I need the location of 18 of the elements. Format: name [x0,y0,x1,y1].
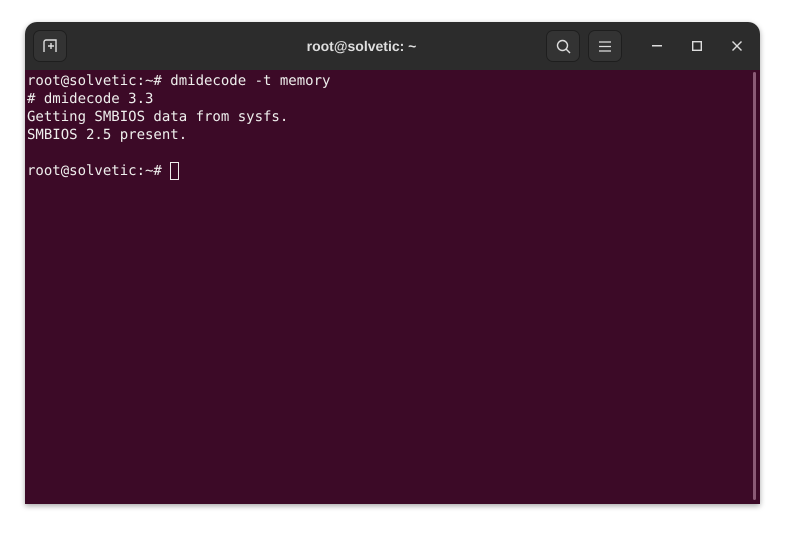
scrollbar[interactable] [753,72,756,500]
maximize-icon [692,41,702,51]
search-icon [556,38,570,54]
terminal-area[interactable]: root@solvetic:~# dmidecode -t memory # dmidecode 3.3 Getting SMBIOS data from sysfs. SMBIOS 2.5 present. root@solvetic:~# [25,70,760,504]
terminal-line: Getting SMBIOS data from sysfs. [27,108,288,126]
menu-icon [599,40,611,52]
terminal-line: root@solvetic:~# dmidecode -t memory [27,72,330,90]
terminal-line: # dmidecode 3.3 [27,90,154,108]
search-button[interactable] [546,30,580,62]
menu-button[interactable] [588,30,622,62]
new-tab-icon [42,39,58,53]
window-title: root@solvetic: ~ [306,36,416,56]
close-icon [732,41,742,51]
terminal-line: SMBIOS 2.5 present. [27,126,188,144]
terminal-prompt: root@solvetic:~# [27,162,162,180]
minimize-icon [652,45,662,47]
text-cursor [170,162,179,180]
new-tab-button[interactable] [33,30,67,62]
